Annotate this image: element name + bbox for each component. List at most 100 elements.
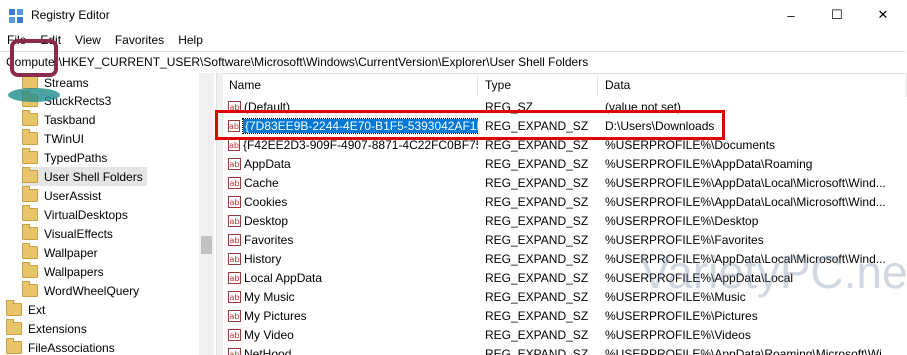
folder-icon [6,300,22,316]
folder-icon [22,281,38,297]
menu-help[interactable]: Help [171,30,210,50]
value-type: REG_SZ [485,99,534,114]
value-type: REG_EXPAND_SZ [485,118,589,133]
string-value-icon: ab [228,347,241,355]
value-type: REG_EXPAND_SZ [485,289,589,304]
value-name-cell: ab My Pictures [228,306,478,325]
value-data: D:\Users\Downloads [605,118,715,133]
tree-item[interactable]: WordWheelQuery [22,281,143,300]
tree-item-label: Ext [28,302,46,317]
tree-item[interactable]: User Shell Folders [22,167,147,186]
column-type-label: Type [485,78,512,92]
tree-item[interactable]: Wallpaper [22,243,102,262]
value-type: REG_EXPAND_SZ [485,308,589,323]
column-header-data[interactable]: Data [598,73,907,97]
value-name: Cookies [244,194,288,209]
tree-item[interactable]: TWinUI [22,129,88,148]
value-row[interactable]: ab AppData REG_EXPAND_SZ %USERPROFILE%\AppD… [222,154,907,173]
value-row[interactable]: ab My Video REG_EXPAND_SZ %USERPROFILE%\Vid… [222,325,907,344]
value-name: (Default) [244,99,291,114]
value-row[interactable]: ab Cache REG_EXPAND_SZ %USERPROFILE%\AppDat… [222,173,907,192]
tree-item[interactable]: Taskband [22,110,99,129]
tree-item[interactable]: Wallpapers [22,262,108,281]
close-icon: ✕ [877,7,889,22]
tree-item[interactable]: UserAssist [22,186,105,205]
value-data: %USERPROFILE%\AppData\Local\Microsoft\Wi… [605,194,886,209]
value-name: Cache [244,175,279,190]
value-name-cell: ab My Video [228,325,478,344]
tree-item-label: FileAssociations [28,340,115,355]
string-value-icon: ab [228,233,241,246]
folder-icon [22,167,38,183]
minimize-button[interactable]: – [768,0,814,30]
value-type: REG_EXPAND_SZ [485,270,589,285]
tree-vertical-scrollbar[interactable] [199,73,214,355]
value-name: Desktop [244,213,289,228]
value-type: REG_EXPAND_SZ [485,327,589,342]
string-value-icon: ab [228,214,241,227]
string-value-icon: ab [228,138,240,151]
folder-icon [22,262,38,278]
minimize-icon: – [787,7,795,23]
key-tree: Streams StuckRects3 Taskband TWinUI TypedPat… [0,73,216,355]
value-name: {7D83EE9B-2244-4E70-B1F5-5393042AF1E4} [241,117,478,134]
value-row[interactable]: ab Desktop REG_EXPAND_SZ %USERPROFILE%\Desk… [222,211,907,230]
menu-view[interactable]: View [68,30,108,50]
value-row[interactable]: ab (Default) REG_SZ (value not set) [222,97,907,116]
value-name: My Video [244,327,294,342]
tree-item[interactable]: VirtualDesktops [22,205,132,224]
menu-favorites[interactable]: Favorites [108,30,171,50]
value-type: REG_EXPAND_SZ [485,175,589,190]
value-name-cell: ab Favorites [228,230,478,249]
value-name-cell: ab Cache [228,173,478,192]
column-name-label: Name [229,78,262,92]
tree-item[interactable]: TypedPaths [22,148,111,167]
tree-item[interactable]: FileAssociations [6,338,119,355]
tree-scroll-thumb[interactable] [201,236,212,254]
value-name-cell: ab (Default) [228,97,478,116]
close-button[interactable]: ✕ [860,0,906,30]
value-type: REG_EXPAND_SZ [485,137,589,152]
tree-item-label: User Shell Folders [44,169,143,184]
tree-item-label: Extensions [28,321,87,336]
value-row[interactable]: ab {F42EE2D3-909F-4907-8871-4C22FC0BF756}… [222,135,907,154]
tree-item-label: VisualEffects [44,226,113,241]
value-name: {F42EE2D3-909F-4907-8871-4C22FC0BF756} [242,137,478,152]
varietypc-logo [8,39,60,102]
value-data: %USERPROFILE%\AppData\Roaming [605,156,813,171]
tree-item[interactable]: Ext [6,300,49,319]
value-data: %USERPROFILE%\Desktop [605,213,759,228]
value-list: Name Type Data ab (Default) REG_SZ (value n… [222,73,907,355]
value-name-cell: ab Cookies [228,192,478,211]
value-row[interactable]: ab My Pictures REG_EXPAND_SZ %USERPROFILE%\… [222,306,907,325]
value-data: %USERPROFILE%\Videos [605,327,751,342]
address-bar[interactable]: Computer\HKEY_CURRENT_USER\Software\Micr… [0,51,905,74]
tree-item-label: VirtualDesktops [44,207,128,222]
maximize-button[interactable]: ☐ [814,0,860,30]
string-value-icon: ab [228,176,241,189]
string-value-icon: ab [228,100,241,113]
value-row[interactable]: ab {7D83EE9B-2244-4E70-B1F5-5393042AF1E4}… [222,116,907,135]
value-type: REG_EXPAND_SZ [485,232,589,247]
tree-item-label: UserAssist [44,188,102,203]
value-row[interactable]: ab NetHood REG_EXPAND_SZ %USERPROFILE%\AppD… [222,344,907,355]
value-name: My Music [244,289,295,304]
column-header-type[interactable]: Type [478,73,598,97]
value-name-cell: ab Desktop [228,211,478,230]
folder-icon [22,148,38,164]
tree-item-label: Wallpaper [44,245,98,260]
value-name-cell: ab AppData [228,154,478,173]
value-name-cell: ab Local AppData [228,268,478,287]
value-name: NetHood [244,346,292,355]
folder-icon [6,319,22,335]
value-type: REG_EXPAND_SZ [485,213,589,228]
tree-item[interactable]: VisualEffects [22,224,117,243]
tree-item[interactable]: Extensions [6,319,91,338]
folder-icon [22,129,38,145]
maximize-icon: ☐ [831,7,843,22]
column-header-name[interactable]: Name [222,73,478,97]
value-data: %USERPROFILE%\AppData\Local\Microsoft\Wi… [605,175,886,190]
value-row[interactable]: ab Cookies REG_EXPAND_SZ %USERPROFILE%\AppD… [222,192,907,211]
value-data: (value not set) [605,99,682,114]
tree-item-label: Wallpapers [44,264,104,279]
